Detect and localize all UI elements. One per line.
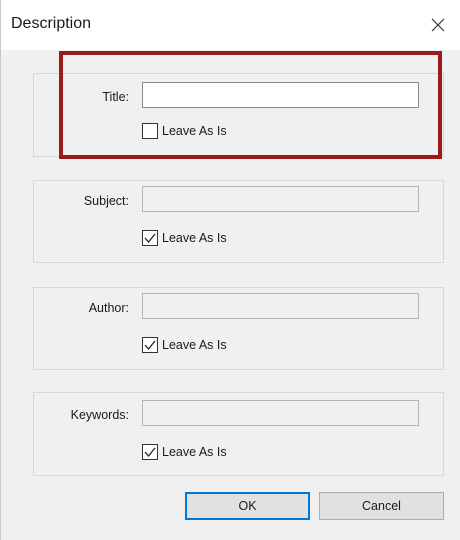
keywords-input[interactable] [143, 401, 418, 425]
subject-leave-as-is-label: Leave As Is [162, 231, 227, 245]
checkmark-icon [144, 233, 156, 244]
author-leave-as-is-checkbox[interactable] [142, 337, 158, 353]
dialog-title: Description [11, 15, 92, 32]
keywords-group: Keywords: Leave As Is [33, 392, 444, 476]
close-button[interactable] [415, 0, 460, 50]
keywords-leave-as-is-label: Leave As Is [162, 445, 227, 459]
subject-field[interactable] [142, 186, 419, 212]
cancel-button[interactable]: Cancel [319, 492, 444, 520]
description-dialog: Description Title: Leave As Is Subject: … [0, 0, 460, 540]
checkmark-icon [144, 447, 156, 458]
close-icon [431, 18, 445, 32]
keywords-leave-as-is-checkbox[interactable] [142, 444, 158, 460]
keywords-field[interactable] [142, 400, 419, 426]
ok-button[interactable]: OK [185, 492, 310, 520]
highlight-annotation [59, 51, 442, 159]
title-bar: Description [1, 0, 460, 50]
author-field[interactable] [142, 293, 419, 319]
keywords-label: Keywords: [70, 408, 129, 422]
author-leave-as-is-label: Leave As Is [162, 338, 227, 352]
subject-leave-as-is-checkbox[interactable] [142, 230, 158, 246]
checkmark-icon [144, 340, 156, 351]
author-input[interactable] [143, 294, 418, 318]
subject-input[interactable] [143, 187, 418, 211]
subject-label: Subject: [83, 194, 129, 208]
subject-group: Subject: Leave As Is [33, 180, 444, 263]
author-label: Author: [88, 301, 129, 315]
author-group: Author: Leave As Is [33, 287, 444, 370]
